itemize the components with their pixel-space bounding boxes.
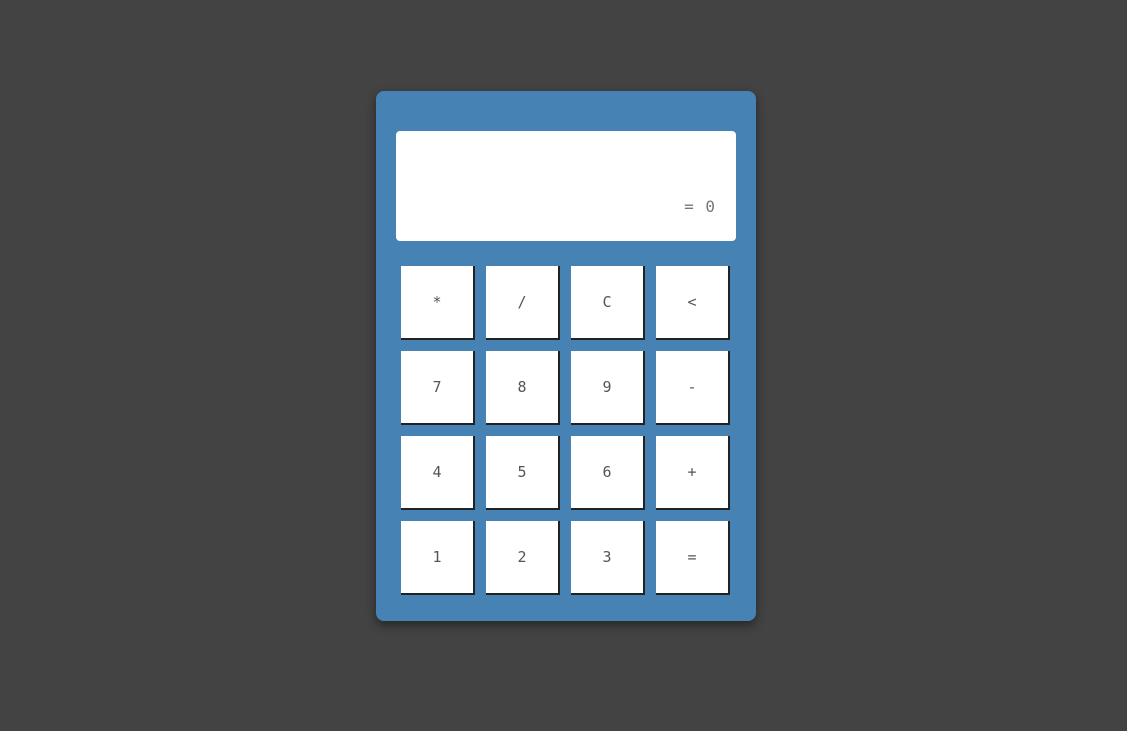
- subtract-key[interactable]: -: [656, 351, 730, 425]
- display-result: = 0: [684, 197, 716, 216]
- digit-3-key[interactable]: 3: [571, 521, 645, 595]
- digit-5-key[interactable]: 5: [486, 436, 560, 510]
- digit-1-key[interactable]: 1: [401, 521, 475, 595]
- digit-6-key[interactable]: 6: [571, 436, 645, 510]
- digit-7-key[interactable]: 7: [401, 351, 475, 425]
- clear-key[interactable]: C: [571, 266, 645, 340]
- add-key[interactable]: +: [656, 436, 730, 510]
- calculator-display: = 0: [396, 131, 736, 241]
- digit-2-key[interactable]: 2: [486, 521, 560, 595]
- equals-key[interactable]: =: [656, 521, 730, 595]
- calculator: = 0 * / C < 7 8 9 - 4 5 6 + 1 2 3 =: [376, 91, 756, 621]
- digit-4-key[interactable]: 4: [401, 436, 475, 510]
- digit-9-key[interactable]: 9: [571, 351, 645, 425]
- backspace-key[interactable]: <: [656, 266, 730, 340]
- digit-8-key[interactable]: 8: [486, 351, 560, 425]
- keypad: * / C < 7 8 9 - 4 5 6 + 1 2 3 =: [401, 266, 732, 595]
- divide-key[interactable]: /: [486, 266, 560, 340]
- multiply-key[interactable]: *: [401, 266, 475, 340]
